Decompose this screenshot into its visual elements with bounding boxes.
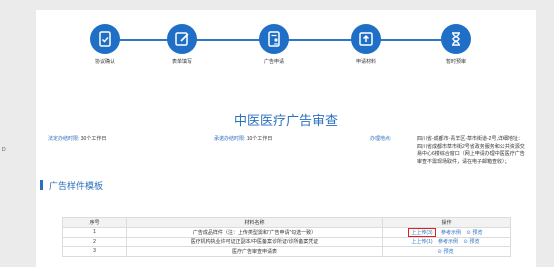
legal-time-value: 30个工作日 xyxy=(80,136,107,142)
step-label: 协议确认 xyxy=(94,59,115,65)
header-actions: 操作 xyxy=(382,217,511,228)
promise-time-value: 10个工作日 xyxy=(246,136,273,142)
row-no: 3 xyxy=(62,246,127,257)
section-title: 广告样件模板 xyxy=(49,181,104,191)
step-label: 申请材料 xyxy=(355,59,376,65)
row-actions: ⊙ 预览 xyxy=(382,246,511,257)
person-document-icon xyxy=(259,24,289,54)
row-no: 2 xyxy=(62,236,127,247)
document-check-icon xyxy=(90,24,120,54)
reference-example-link[interactable]: 参考示例 xyxy=(441,230,461,236)
table-row: 3 医疗广告审查申请表 ⊙ 预览 xyxy=(62,246,511,257)
preview-link[interactable]: ⊙ 预览 xyxy=(466,230,484,236)
pen-edit-icon xyxy=(167,24,197,54)
header-no: 序号 xyxy=(62,217,127,228)
step-label: 广告申请 xyxy=(263,59,284,65)
section-accent-bar xyxy=(40,180,43,190)
row-name: 广告成品样件（注：上传类型需和“广告申请”勾选一致） xyxy=(126,226,383,238)
table-row: 2 医疗机构执业许可证正副本/中医备案诊所证/诊所备案凭证 上上传(1) 参考示… xyxy=(62,236,511,247)
promise-time-limit: 承诺办结时限: 10个工作日 xyxy=(214,136,272,144)
page-title: 中医医疗广告审查 xyxy=(233,113,338,128)
place-value: 四川省-成都市-青羊区-草市街道-2号,详细地址：四川省成都市草市街2号省政务服… xyxy=(417,136,525,165)
row-no: 1 xyxy=(62,226,127,238)
legal-time-label: 法定办结时限: xyxy=(48,136,80,142)
row-name: 医疗机构执业许可证正副本/中医备案诊所证/诊所备案凭证 xyxy=(126,236,383,247)
reference-example-link[interactable]: 参考示例 xyxy=(438,239,458,245)
legal-time-limit: 法定办结时限: 30个工作日 xyxy=(48,136,106,144)
place-label-wrap: 办理地点: xyxy=(370,136,391,144)
upload-button[interactable]: 上上传(3) xyxy=(408,227,436,237)
step-form[interactable]: 表单填写 xyxy=(152,24,212,65)
main-panel: 协议确认 表单填写 广告申请 申请材料 暂时预审 中医医疗广告审查 法定办结时限… xyxy=(36,10,536,267)
step-ad-application[interactable]: 广告申请 xyxy=(244,24,304,65)
upload-tray-icon xyxy=(351,24,381,54)
preview-label: 预览 xyxy=(472,229,483,236)
step-label: 表单填写 xyxy=(171,59,192,65)
upload-button[interactable]: 上上传(1) xyxy=(411,239,432,245)
step-agreement[interactable]: 协议确认 xyxy=(75,24,135,65)
row-actions: 上上传(3) 参考示例 ⊙ 预览 xyxy=(382,226,511,238)
step-preaudit[interactable]: 暂时预审 xyxy=(426,24,486,65)
step-label: 暂时预审 xyxy=(445,59,466,65)
preview-link[interactable]: ⊙ 预览 xyxy=(437,249,455,255)
table-row: 1 广告成品样件（注：上传类型需和“广告申请”勾选一致） 上上传(3) 参考示例… xyxy=(62,226,511,238)
row-actions: 上上传(1) 参考示例 ⊙ 预览 xyxy=(382,236,511,247)
progress-steps: 协议确认 表单填写 广告申请 申请材料 暂时预审 xyxy=(36,10,536,85)
table-header-row: 序号 材料名称 操作 xyxy=(62,217,511,228)
hourglass-icon xyxy=(441,24,471,54)
place-label: 办理地点: xyxy=(370,136,392,142)
header-name: 材料名称 xyxy=(126,217,383,228)
preview-label: 预览 xyxy=(443,248,454,255)
row-name: 医疗广告审查申请表 xyxy=(126,246,383,257)
left-edge-text: D xyxy=(2,147,6,153)
step-materials[interactable]: 申请材料 xyxy=(336,24,396,65)
promise-time-label: 承诺办结时限: xyxy=(214,136,246,142)
preview-link[interactable]: ⊙ 预览 xyxy=(463,239,481,245)
preview-label: 预览 xyxy=(469,239,480,246)
materials-table: 序号 材料名称 操作 1 广告成品样件（注：上传类型需和“广告申请”勾选一致） … xyxy=(62,217,511,257)
